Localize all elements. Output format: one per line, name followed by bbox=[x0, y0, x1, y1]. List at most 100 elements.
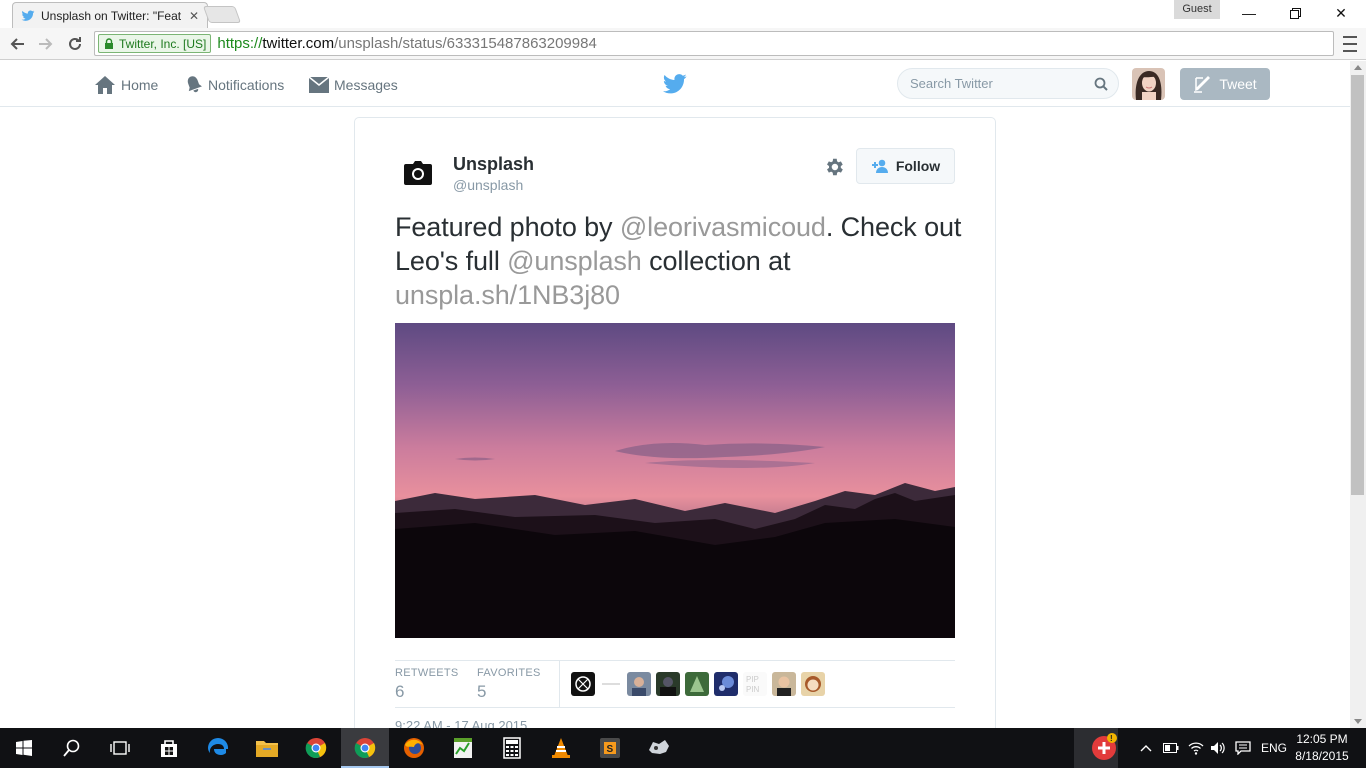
follow-person-icon bbox=[871, 159, 888, 173]
cortana-search-icon[interactable] bbox=[48, 728, 96, 768]
profile-guest-label[interactable]: Guest bbox=[1174, 0, 1220, 19]
vlc-icon[interactable] bbox=[537, 728, 585, 768]
svg-text:S: S bbox=[607, 744, 614, 755]
chrome-icon[interactable] bbox=[292, 728, 340, 768]
unsplash-profile-pic[interactable] bbox=[395, 150, 441, 196]
tray-app-icon: ! bbox=[1074, 728, 1118, 768]
wifi-icon[interactable] bbox=[1188, 728, 1204, 768]
tweet-author-username[interactable]: @unsplash bbox=[453, 177, 523, 193]
envelope-icon bbox=[309, 76, 329, 93]
tray-notification-app[interactable]: ! bbox=[1074, 728, 1118, 768]
scrollbar-thumb[interactable] bbox=[1351, 75, 1364, 495]
browser-toolbar: Twitter, Inc. [US] https://twitter.com/u… bbox=[0, 28, 1366, 60]
search-icon[interactable] bbox=[1094, 77, 1108, 91]
ev-label: Twitter, Inc. [US] bbox=[119, 36, 207, 51]
back-arrow-icon[interactable] bbox=[6, 33, 28, 55]
nav-notifications-label: Notifications bbox=[208, 77, 285, 93]
favoriter-avatar[interactable]: PIP PIN bbox=[743, 672, 767, 696]
taskbar-clock[interactable]: 12:05 PM 8/18/2015 bbox=[1292, 731, 1352, 765]
tab-close-icon[interactable]: ✕ bbox=[189, 9, 199, 23]
favoriter-avatar[interactable] bbox=[685, 672, 709, 696]
twitter-topbar: Home Notifications Messages Tweet bbox=[0, 61, 1350, 107]
clock-date: 8/18/2015 bbox=[1295, 749, 1349, 763]
favoriter-avatar[interactable] bbox=[656, 672, 680, 696]
retweets-count: 6 bbox=[395, 682, 405, 701]
bell-icon bbox=[187, 76, 202, 93]
battery-icon[interactable] bbox=[1163, 728, 1179, 768]
nav-messages[interactable]: Messages bbox=[309, 73, 398, 97]
favoriter-avatar[interactable] bbox=[772, 672, 796, 696]
tweet-link[interactable]: unspla.sh/1NB3j80 bbox=[395, 280, 620, 310]
calculator-icon[interactable] bbox=[488, 728, 536, 768]
mention-unsplash[interactable]: @unsplash bbox=[507, 246, 642, 276]
follow-button[interactable]: Follow bbox=[856, 148, 955, 184]
camera-icon bbox=[404, 161, 432, 185]
follow-button-label: Follow bbox=[895, 158, 941, 174]
task-view-icon[interactable] bbox=[96, 728, 144, 768]
volume-icon[interactable] bbox=[1210, 728, 1226, 768]
spreadsheet-app-icon[interactable] bbox=[439, 728, 487, 768]
file-explorer-icon[interactable] bbox=[243, 728, 291, 768]
scroll-up-icon[interactable] bbox=[1354, 65, 1362, 70]
tray-up-arrow-icon[interactable] bbox=[1140, 728, 1152, 768]
page-viewport: Home Notifications Messages Tweet Unspla… bbox=[0, 61, 1350, 728]
tweet-photo[interactable] bbox=[395, 323, 955, 638]
url-text: https://twitter.com/unsplash/status/6333… bbox=[217, 35, 596, 52]
favorites-stat[interactable]: FAVORITES 5 bbox=[477, 667, 541, 702]
close-window-icon[interactable]: ✕ bbox=[1318, 0, 1364, 26]
tweet-author-fullname[interactable]: Unsplash bbox=[453, 154, 534, 175]
tweet-button-label: Tweet bbox=[1219, 76, 1257, 92]
gear-icon[interactable] bbox=[823, 156, 845, 178]
forward-arrow-icon[interactable] bbox=[35, 33, 57, 55]
svg-text:!: ! bbox=[1110, 734, 1113, 743]
favoriter-avatar[interactable] bbox=[571, 672, 595, 696]
compose-icon bbox=[1194, 76, 1211, 93]
restore-icon[interactable] bbox=[1272, 0, 1318, 26]
sublime-icon[interactable]: S bbox=[586, 728, 634, 768]
minimize-icon[interactable]: — bbox=[1226, 0, 1272, 26]
nav-home[interactable]: Home bbox=[94, 73, 158, 97]
browser-tab-active[interactable]: Unsplash on Twitter: "Feat ✕ bbox=[12, 2, 208, 28]
search-input[interactable] bbox=[910, 76, 1094, 91]
favoriter-avatar[interactable] bbox=[714, 672, 738, 696]
favoriter-avatar[interactable] bbox=[801, 672, 825, 696]
windows-start-icon[interactable] bbox=[0, 728, 48, 768]
svg-text:PIP: PIP bbox=[746, 675, 759, 684]
clock-time: 12:05 PM bbox=[1296, 732, 1348, 746]
firefox-icon[interactable] bbox=[390, 728, 438, 768]
edge-icon[interactable] bbox=[194, 728, 242, 768]
favoriters-avatars: PIP PIN bbox=[571, 672, 830, 696]
tweet-permalink-card: Unsplash @unsplash Follow Featured photo… bbox=[354, 117, 996, 728]
browser-titlebar: Unsplash on Twitter: "Feat ✕ Guest — ✕ bbox=[0, 0, 1366, 28]
svg-text:PIN: PIN bbox=[746, 685, 760, 694]
user-avatar[interactable] bbox=[1132, 68, 1165, 100]
stats-divider bbox=[559, 661, 560, 708]
windows-taskbar: S ! ENG 12:05 PM 8/18/2015 bbox=[0, 728, 1366, 768]
favoriter-avatar[interactable] bbox=[627, 672, 651, 696]
new-tab-button[interactable] bbox=[202, 6, 242, 23]
scroll-down-icon[interactable] bbox=[1354, 719, 1362, 724]
favoriter-avatar[interactable] bbox=[600, 672, 622, 696]
reload-icon[interactable] bbox=[64, 33, 86, 55]
action-center-icon[interactable] bbox=[1235, 728, 1251, 768]
store-icon[interactable] bbox=[145, 728, 193, 768]
twitter-favicon-icon bbox=[21, 9, 35, 23]
tweet-compose-button[interactable]: Tweet bbox=[1180, 68, 1270, 100]
search-box[interactable] bbox=[897, 68, 1119, 99]
favorites-count: 5 bbox=[477, 682, 487, 701]
twitter-bird-icon[interactable] bbox=[663, 74, 687, 94]
language-indicator[interactable]: ENG bbox=[1261, 728, 1287, 768]
page-scrollbar[interactable] bbox=[1350, 61, 1366, 728]
retweets-stat[interactable]: RETWEETS 6 bbox=[395, 667, 459, 702]
tab-title: Unsplash on Twitter: "Feat bbox=[41, 8, 182, 23]
address-bar[interactable]: Twitter, Inc. [US] https://twitter.com/u… bbox=[94, 31, 1334, 56]
chrome-menu-icon[interactable] bbox=[1342, 34, 1358, 54]
chrome-active-icon[interactable] bbox=[341, 728, 389, 768]
mention-leorivasmicoud[interactable]: @leorivasmicoud bbox=[620, 212, 826, 242]
tweet-text-part-1: Featured photo by bbox=[395, 212, 620, 242]
ev-certificate-badge[interactable]: Twitter, Inc. [US] bbox=[98, 34, 212, 53]
nav-notifications[interactable]: Notifications bbox=[185, 73, 284, 97]
tweet-timestamp[interactable]: 9:22 AM - 17 Aug 2015 bbox=[395, 718, 527, 728]
favorites-label: FAVORITES bbox=[477, 667, 541, 679]
pinned-app-icon[interactable] bbox=[635, 728, 683, 768]
